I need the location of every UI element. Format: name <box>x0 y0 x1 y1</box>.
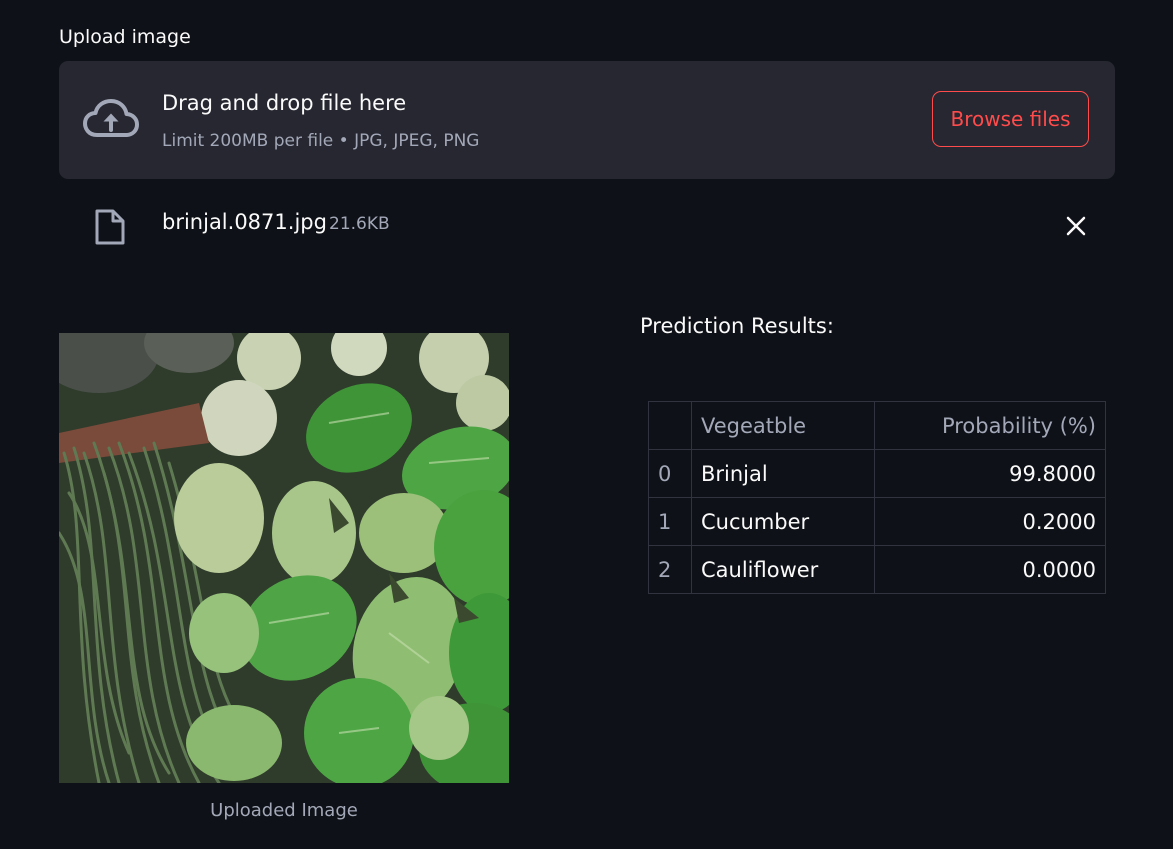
cell-vegetable: Cucumber <box>691 497 875 546</box>
file-name: brinjal.0871.jpg <box>162 210 327 234</box>
results-title: Prediction Results: <box>640 314 834 338</box>
vegetables-photo <box>59 333 509 783</box>
table-header-row: Vegeatble Probability (%) <box>648 401 1106 450</box>
table-row: 0 Brinjal 99.8000 <box>648 449 1106 498</box>
close-icon[interactable] <box>1062 212 1090 240</box>
upload-label: Upload image <box>59 26 191 48</box>
cell-probability: 99.8000 <box>874 449 1106 498</box>
cell-vegetable: Cauliflower <box>691 545 875 594</box>
dropzone-title: Drag and drop file here <box>162 91 407 115</box>
cell-probability: 0.2000 <box>874 497 1106 546</box>
app-page: Upload image Drag and drop file here Lim… <box>0 0 1173 849</box>
browse-files-button[interactable]: Browse files <box>932 91 1089 147</box>
column-header-vegetable[interactable]: Vegeatble <box>691 401 875 450</box>
column-header-index[interactable] <box>648 401 692 450</box>
row-index: 1 <box>648 497 692 546</box>
cell-probability: 0.0000 <box>874 545 1106 594</box>
cell-vegetable: Brinjal <box>691 449 875 498</box>
table-row: 1 Cucumber 0.2000 <box>648 497 1106 546</box>
uploaded-image <box>59 333 509 783</box>
dropzone-limits: Limit 200MB per file • JPG, JPEG, PNG <box>162 131 480 151</box>
file-size: 21.6KB <box>329 214 390 234</box>
table-row: 2 Cauliflower 0.0000 <box>648 545 1106 594</box>
image-caption: Uploaded Image <box>210 800 358 821</box>
column-header-probability[interactable]: Probability (%) <box>874 401 1106 450</box>
cloud-upload-icon <box>83 99 139 137</box>
file-dropzone[interactable]: Drag and drop file here Limit 200MB per … <box>59 61 1115 179</box>
row-index: 0 <box>648 449 692 498</box>
file-icon <box>95 209 125 245</box>
row-index: 2 <box>648 545 692 594</box>
uploaded-file-row: brinjal.0871.jpg 21.6KB <box>59 200 1115 252</box>
prediction-table: Vegeatble Probability (%) 0 Brinjal 99.8… <box>648 401 1106 594</box>
